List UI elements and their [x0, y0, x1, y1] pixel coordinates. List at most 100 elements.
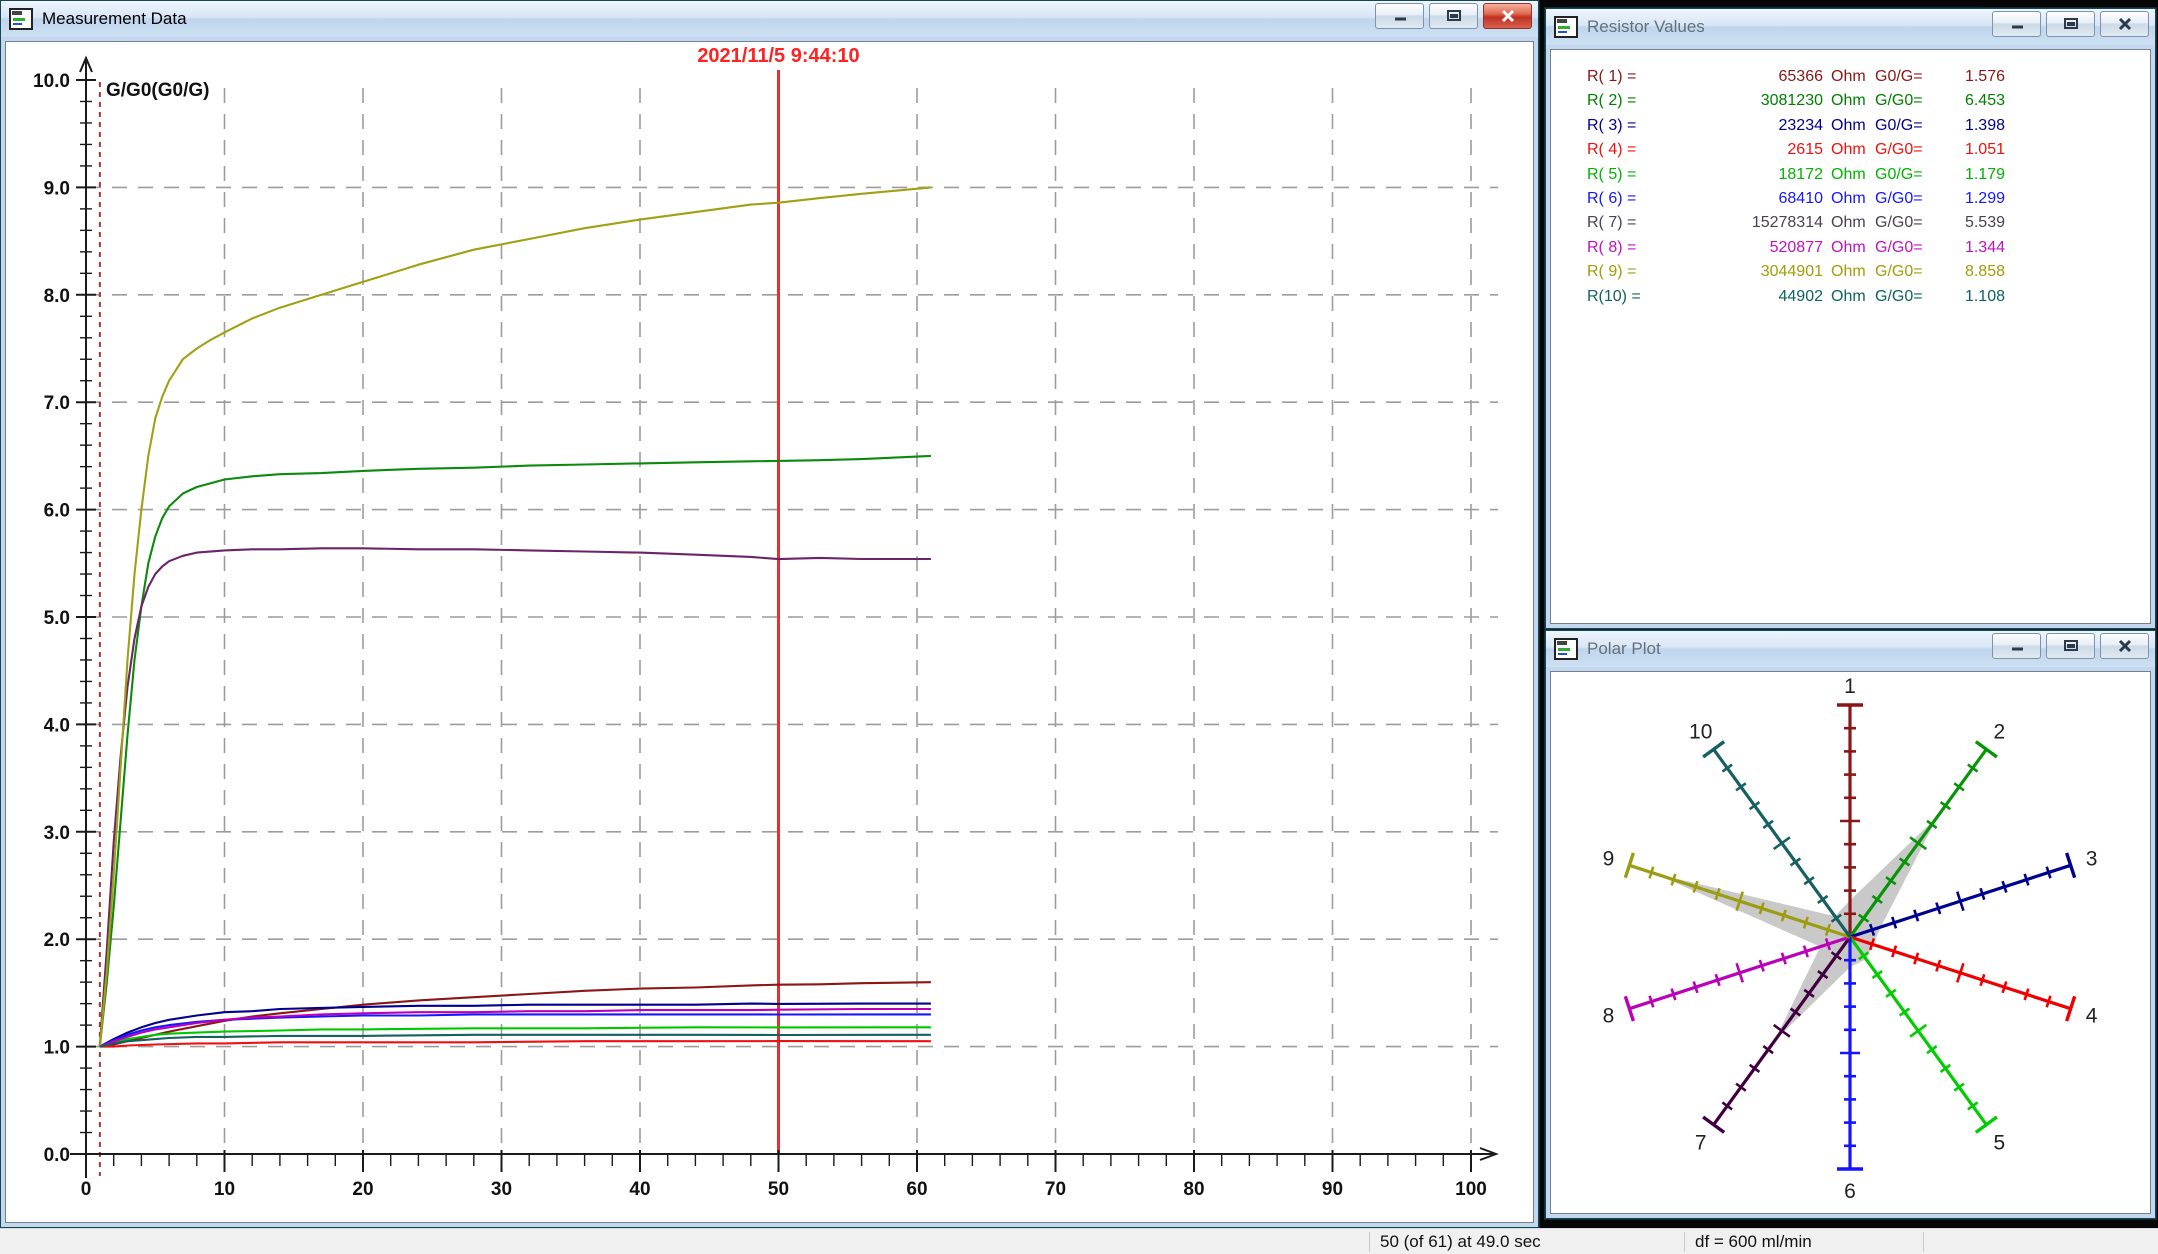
resistance-unit: Ohm	[1831, 90, 1867, 114]
resistor-row: R( 4) =2615OhmG/G0=1.051	[1587, 139, 2150, 163]
resistor-row: R( 3) =23234OhmG0/G=1.398	[1587, 115, 2150, 139]
resistor-row: R( 9) =3044901OhmG/G0=8.858	[1587, 261, 2150, 285]
polar-titlebar[interactable]: Polar Plot	[1546, 631, 2155, 667]
resistance-unit: Ohm	[1831, 66, 1867, 90]
svg-text:G/G0(G0/G): G/G0(G0/G)	[106, 80, 209, 101]
resistor-values-window: Resistor Values R( 1) = 65366 Ohm G0/G= 1.57…	[1545, 8, 2156, 629]
minimize-button[interactable]	[1992, 11, 2041, 37]
resistor-row: R( 2) =3081230OhmG/G0=6.453	[1587, 90, 2150, 114]
ratio-value: 1.179	[1947, 164, 2005, 188]
svg-text:9.0: 9.0	[44, 178, 70, 199]
line-chart: 0.01.02.03.04.05.06.07.08.09.010.0010203…	[6, 42, 1533, 1222]
svg-text:8.0: 8.0	[44, 286, 70, 307]
app-icon	[9, 8, 33, 30]
resistor-values-list: R( 1) =65366OhmG0/G=1.576R( 2) =3081230O…	[1550, 49, 2151, 624]
resistor-label: R( 6) =	[1587, 188, 1657, 212]
svg-text:10: 10	[214, 1179, 235, 1200]
resistance-unit: Ohm	[1831, 188, 1867, 212]
svg-text:6.0: 6.0	[44, 501, 70, 522]
close-button[interactable]	[2100, 11, 2149, 37]
resistance-value: 18172	[1665, 164, 1823, 188]
svg-text:2.0: 2.0	[44, 930, 70, 951]
minimize-icon	[2008, 18, 2026, 30]
resistance-value: 23234	[1665, 115, 1823, 139]
measurement-titlebar[interactable]: Measurement Data	[1, 1, 1538, 37]
resistor-label: R( 5) =	[1587, 164, 1657, 188]
close-button[interactable]	[1483, 3, 1532, 29]
close-icon	[2117, 639, 2133, 653]
resistance-unit: Ohm	[1831, 237, 1867, 261]
svg-text:1.0: 1.0	[44, 1038, 70, 1059]
svg-text:0.0: 0.0	[44, 1145, 70, 1166]
status-flow: df = 600 ml/min	[1695, 1229, 1812, 1254]
resistor-label: R( 1) =	[1587, 66, 1657, 90]
resistance-unit: Ohm	[1831, 212, 1867, 236]
polar-axis-label: 10	[1689, 721, 1712, 744]
polar-axis-label: 8	[1603, 1004, 1615, 1027]
status-separator	[1369, 1232, 1370, 1252]
svg-text:70: 70	[1045, 1179, 1066, 1200]
window-title: Polar Plot	[1587, 639, 1661, 659]
polar-axis-label: 6	[1844, 1180, 1856, 1203]
ratio-value: 6.453	[1947, 90, 2005, 114]
resistor-titlebar[interactable]: Resistor Values	[1546, 9, 2155, 45]
polar-axis-label: 4	[2086, 1004, 2098, 1027]
polar-axis-label: 7	[1695, 1131, 1707, 1154]
ratio-label: G/G0=	[1875, 286, 1939, 310]
resistance-unit: Ohm	[1831, 261, 1867, 285]
resistance-value: 65366	[1665, 66, 1823, 90]
resistor-label: R( 8) =	[1587, 237, 1657, 261]
resistance-unit: Ohm	[1831, 286, 1867, 310]
measurement-data-window: Measurement Data 0.01.02.03.04.05.06.07.…	[0, 0, 1539, 1228]
svg-text:0: 0	[81, 1179, 92, 1200]
status-separator	[1923, 1232, 1924, 1252]
svg-text:100: 100	[1455, 1179, 1487, 1200]
window-title: Resistor Values	[1587, 17, 1705, 37]
ratio-value: 1.108	[1947, 286, 2005, 310]
maximize-button[interactable]	[1429, 3, 1478, 29]
resistance-unit: Ohm	[1831, 115, 1867, 139]
resistance-unit: Ohm	[1831, 164, 1867, 188]
polar-plot-window: Polar Plot 12345678910	[1545, 630, 2156, 1219]
close-icon	[1500, 9, 1516, 23]
svg-text:3.0: 3.0	[44, 823, 70, 844]
resistor-row: R( 8) =520877OhmG/G0=1.344	[1587, 237, 2150, 261]
app-icon	[1554, 16, 1578, 38]
svg-text:4.0: 4.0	[44, 715, 70, 736]
svg-text:10.0: 10.0	[33, 71, 70, 92]
resistor-label: R( 3) =	[1587, 115, 1657, 139]
resistance-value: 3081230	[1665, 90, 1823, 114]
resistance-value: 15278314	[1665, 212, 1823, 236]
close-button[interactable]	[2100, 633, 2149, 659]
ratio-value: 1.344	[1947, 237, 2005, 261]
polar-axis-label: 3	[2086, 848, 2098, 871]
ratio-value: 8.858	[1947, 261, 2005, 285]
minimize-button[interactable]	[1375, 3, 1424, 29]
ratio-label: G0/G=	[1875, 164, 1939, 188]
svg-text:90: 90	[1322, 1179, 1343, 1200]
window-title: Measurement Data	[42, 9, 187, 29]
svg-text:5.0: 5.0	[44, 608, 70, 629]
maximize-button[interactable]	[2046, 11, 2095, 37]
polar-axis-label: 5	[1993, 1131, 2005, 1154]
ratio-label: G/G0=	[1875, 237, 1939, 261]
maximize-button[interactable]	[2046, 633, 2095, 659]
resistor-label: R( 7) =	[1587, 212, 1657, 236]
svg-text:40: 40	[629, 1179, 650, 1200]
measurement-chart-area: 0.01.02.03.04.05.06.07.08.09.010.0010203…	[5, 41, 1534, 1223]
resistance-value: 2615	[1665, 139, 1823, 163]
app-icon	[1554, 638, 1578, 660]
resistor-row: R( 5) = 18172 Ohm G0/G= 1.179	[1587, 164, 2150, 188]
minimize-button[interactable]	[1992, 633, 2041, 659]
svg-text:50: 50	[768, 1179, 789, 1200]
resistor-row: R( 7) =15278314OhmG/G0=5.539	[1587, 212, 2150, 236]
status-bar: 50 (of 61) at 49.0 sec df = 600 ml/min	[0, 1228, 2158, 1254]
svg-text:2021/11/5 9:44:10: 2021/11/5 9:44:10	[697, 45, 859, 67]
resistor-row: R( 6) =68410OhmG/G0=1.299	[1587, 188, 2150, 212]
resistance-value: 68410	[1665, 188, 1823, 212]
resistor-label: R( 4) =	[1587, 139, 1657, 163]
polar-axis-label: 2	[1993, 721, 2005, 744]
ratio-value: 1.576	[1947, 66, 2005, 90]
status-separator	[1684, 1232, 1685, 1252]
resistance-value: 3044901	[1665, 261, 1823, 285]
